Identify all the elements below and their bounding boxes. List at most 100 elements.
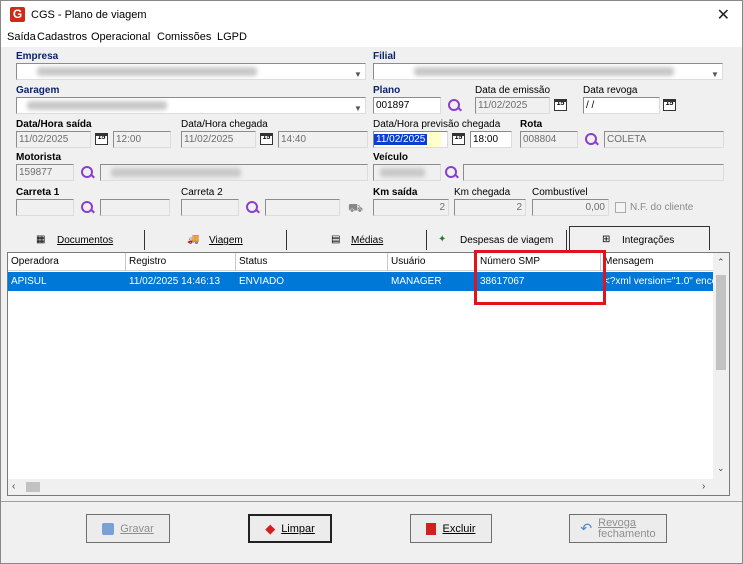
redacted-text: [380, 168, 425, 177]
data-revoga-field[interactable]: / /: [583, 97, 660, 114]
km-saida-label: Km saída: [373, 187, 418, 198]
previsao-label: Data/Hora previsão chegada: [373, 119, 501, 130]
rota-name-field[interactable]: COLETA: [604, 131, 724, 148]
revoga-fechamento-button[interactable]: ↶ Revoga fechamento: [569, 514, 667, 543]
saida-date-field[interactable]: 11/02/2025: [16, 131, 91, 148]
rota-label: Rota: [520, 119, 543, 130]
excluir-button[interactable]: Excluir: [410, 514, 492, 543]
nf-cliente-label: N.F. do cliente: [630, 202, 694, 213]
redacted-text: [111, 168, 241, 177]
calendar-icon[interactable]: 15: [663, 99, 676, 111]
saida-time-field[interactable]: 12:00: [113, 131, 171, 148]
empresa-field[interactable]: ▼: [16, 63, 366, 80]
empresa-label: Empresa: [16, 51, 59, 62]
search-icon[interactable]: [81, 201, 95, 215]
search-icon[interactable]: [246, 201, 260, 215]
scroll-down-icon[interactable]: ⌄: [717, 463, 725, 474]
cell-status: ENVIADO: [239, 276, 285, 287]
km-saida-field[interactable]: 2: [373, 199, 449, 216]
garagem-field[interactable]: ▼: [16, 97, 366, 114]
col-registro[interactable]: Registro: [126, 253, 236, 271]
grid-header: Operadora Registro Status Usuário Número…: [8, 253, 713, 271]
scroll-right-icon[interactable]: ›: [702, 481, 705, 492]
tab-integracoes[interactable]: ⊞ Integrações: [569, 226, 710, 250]
chevron-down-icon: ▼: [711, 70, 719, 79]
scroll-left-icon[interactable]: ‹: [12, 481, 15, 492]
filial-field[interactable]: ▼: [373, 63, 723, 80]
scroll-up-icon[interactable]: ⌃: [717, 257, 725, 268]
save-icon: [102, 522, 115, 535]
scrollbar-thumb[interactable]: [26, 482, 40, 492]
menu-saida[interactable]: Saída: [7, 31, 36, 43]
search-icon[interactable]: [81, 166, 95, 180]
nf-cliente-checkbox[interactable]: [615, 202, 626, 213]
truck-icon: 🚚: [187, 234, 200, 245]
chegada-time-field[interactable]: 14:40: [278, 131, 368, 148]
data-emissao-field[interactable]: 11/02/2025: [475, 97, 550, 114]
previsao-time-field[interactable]: 18:00: [470, 131, 512, 148]
search-icon[interactable]: [585, 133, 599, 147]
title-bar: G CGS - Plano de viagem ✕: [1, 1, 742, 29]
combustivel-field[interactable]: 0,00: [532, 199, 609, 216]
search-icon[interactable]: [445, 166, 459, 180]
tab-medias[interactable]: ▤ Médias: [289, 230, 427, 250]
previsao-date-field[interactable]: 11/02/2025: [373, 131, 448, 148]
revoga-label: Revoga fechamento: [598, 516, 656, 540]
vertical-scrollbar[interactable]: ⌃ ⌄: [713, 253, 729, 495]
menu-lgpd[interactable]: LGPD: [217, 31, 247, 43]
calendar-icon[interactable]: 15: [554, 99, 567, 111]
scrollbar-thumb[interactable]: [716, 275, 726, 370]
veiculo-code-field[interactable]: [373, 164, 441, 181]
table-row[interactable]: APISUL 11/02/2025 14:46:13 ENVIADO MANAG…: [8, 272, 713, 291]
previsao-date-selected: 11/02/2025: [374, 134, 428, 145]
horizontal-scrollbar[interactable]: ‹ ›: [8, 479, 713, 495]
tab-despesas[interactable]: ✦ Despesas de viagem: [429, 230, 567, 250]
calendar-icon[interactable]: 15: [95, 133, 108, 145]
veiculo-name-field[interactable]: [463, 164, 724, 181]
documents-icon: ▦: [36, 234, 46, 245]
carreta2-code-field[interactable]: [181, 199, 239, 216]
cell-operadora: APISUL: [11, 276, 47, 287]
plano-label: Plano: [373, 85, 401, 96]
tab-viagem[interactable]: 🚚 Viagem: [147, 230, 287, 250]
menu-cadastros[interactable]: Cadastros: [37, 31, 87, 43]
motorista-code-field[interactable]: 159877: [16, 164, 74, 181]
calendar-icon[interactable]: 15: [452, 133, 465, 145]
col-usuario[interactable]: Usuário: [388, 253, 477, 271]
search-icon[interactable]: [448, 99, 462, 113]
chegada-label: Data/Hora chegada: [181, 119, 268, 130]
gravar-button[interactable]: Gravar: [86, 514, 170, 543]
tab-documentos[interactable]: ▦ Documentos: [3, 230, 145, 250]
money-icon: ✦: [438, 234, 447, 245]
rota-code-field[interactable]: 008804: [520, 131, 578, 148]
combustivel-label: Combustível: [532, 187, 588, 198]
carreta2-name-field[interactable]: [265, 199, 340, 216]
chegada-date-field[interactable]: 11/02/2025: [181, 131, 256, 148]
redacted-text: [27, 101, 167, 110]
window-title: CGS - Plano de viagem: [31, 9, 147, 21]
menu-comissoes[interactable]: Comissões: [157, 31, 211, 43]
limpar-button[interactable]: ◆ Limpar: [248, 514, 332, 543]
col-operadora[interactable]: Operadora: [8, 253, 126, 271]
chevron-down-icon: ▼: [354, 104, 362, 113]
trash-icon: [426, 522, 437, 535]
trailer-icon[interactable]: ⛟: [348, 201, 363, 217]
close-icon[interactable]: ✕: [717, 5, 730, 25]
veiculo-label: Veículo: [373, 152, 409, 163]
cell-mensagem: <?xml version="1.0" enco: [604, 276, 713, 287]
menu-operacional[interactable]: Operacional: [91, 31, 150, 43]
motorista-name-field[interactable]: [100, 164, 368, 181]
col-mensagem[interactable]: Mensagem: [601, 253, 713, 271]
eraser-icon: ◆: [265, 520, 276, 536]
col-status[interactable]: Status: [236, 253, 388, 271]
plano-field[interactable]: 001897: [373, 97, 441, 114]
chevron-down-icon: ▼: [354, 70, 362, 79]
km-chegada-field[interactable]: 2: [454, 199, 526, 216]
carreta1-code-field[interactable]: [16, 199, 74, 216]
carreta1-name-field[interactable]: [100, 199, 170, 216]
filial-label: Filial: [373, 51, 396, 62]
calculator-icon: ▤: [331, 234, 341, 245]
integracoes-grid: Operadora Registro Status Usuário Número…: [7, 252, 730, 496]
calendar-icon[interactable]: 15: [260, 133, 273, 145]
highlight-box: [474, 250, 606, 305]
